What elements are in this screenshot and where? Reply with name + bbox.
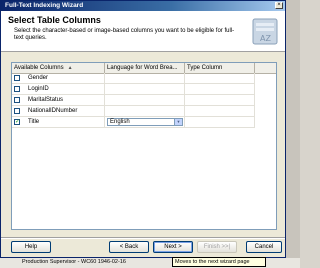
wizard-header: Select Table Columns Select the characte… [1,11,285,52]
table-row[interactable]: LoginID [12,84,255,95]
chevron-down-icon[interactable]: ▼ [174,119,182,125]
column-name: Title [28,119,40,125]
language-cell[interactable] [105,106,185,116]
page-description: Select the character-based or image-base… [14,28,235,41]
type-column-cell[interactable] [185,117,255,127]
wizard-window: Full-Text Indexing Wizard × Select Table… [0,0,286,258]
table-row[interactable]: NationalIDNumber [12,106,255,117]
language-cell[interactable] [105,95,185,105]
cancel-button[interactable]: Cancel [246,241,282,253]
table-row[interactable]: Gender [12,73,255,84]
column-name: MaritalStatus [28,97,64,103]
wizard-table-icon: AZ [252,18,278,45]
language-cell[interactable]: English ▼ [105,117,185,127]
close-button[interactable]: × [275,2,283,9]
available-column-cell[interactable]: ✓ Title [12,117,105,127]
background-window-edge [286,0,300,268]
sort-ascending-icon: ▲ [67,65,73,71]
type-column-cell[interactable] [185,84,255,94]
back-button[interactable]: < Back [109,241,149,253]
column-header-available[interactable]: Available Columns ▲ [12,63,105,73]
language-cell[interactable] [105,73,185,83]
language-select[interactable]: English ▼ [107,118,183,126]
finish-button[interactable]: Finish >>| [197,241,237,253]
available-column-cell[interactable]: NationalIDNumber [12,106,105,116]
next-button-tooltip: Moves to the next wizard page [172,257,266,267]
column-name: Gender [28,75,49,81]
table-row[interactable]: MaritalStatus [12,95,255,106]
language-select-value: English [110,119,130,125]
type-column-cell[interactable] [185,73,255,83]
column-checkbox[interactable] [14,97,20,103]
language-cell[interactable] [105,84,185,94]
column-header-type[interactable]: Type Column [185,63,255,73]
window-title: Full-Text Indexing Wizard [5,2,84,9]
available-column-cell[interactable]: MaritalStatus [12,95,105,105]
columns-grid[interactable]: Available Columns ▲ Language for Word Bre… [11,62,277,230]
column-checkbox[interactable] [14,86,20,92]
svg-text:AZ: AZ [260,34,271,43]
column-checkbox[interactable] [14,108,20,114]
title-bar[interactable]: Full-Text Indexing Wizard × [1,1,285,11]
checkmark-icon: ✓ [15,119,21,125]
type-column-cell[interactable] [185,106,255,116]
column-checkbox[interactable] [14,75,20,81]
close-icon: × [277,2,281,8]
background-row-text: Production Supervisor - WC60 1946-02-16 [22,259,126,265]
page-title: Select Table Columns [8,15,101,25]
available-column-cell[interactable]: Gender [12,73,105,83]
column-name: NationalIDNumber [28,108,78,114]
table-row[interactable]: ✓ Title English ▼ [12,117,255,128]
footer-divider [1,237,285,239]
type-column-cell[interactable] [185,95,255,105]
column-header-language[interactable]: Language for Word Brea... [105,63,185,73]
column-name: LoginID [28,86,49,92]
help-button[interactable]: Help [11,241,51,253]
column-header-label: Available Columns [14,65,64,71]
column-checkbox-checked[interactable]: ✓ [14,119,20,125]
available-column-cell[interactable]: LoginID [12,84,105,94]
next-button[interactable]: Next > [153,241,193,253]
